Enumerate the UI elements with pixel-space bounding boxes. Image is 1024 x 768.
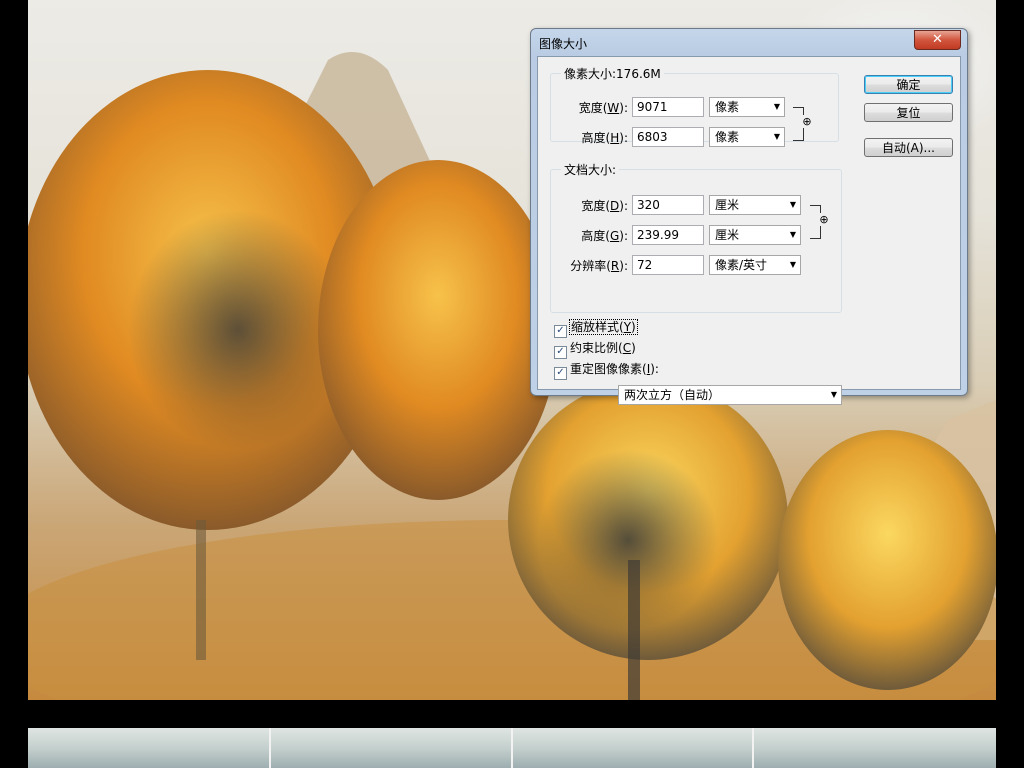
scale-styles-checkbox[interactable]: ✓ — [554, 325, 567, 338]
pixel-height-input[interactable]: 6803 — [632, 127, 704, 147]
resample-method-select[interactable]: 两次立方（自动） ▼ — [618, 385, 842, 405]
pixel-dimensions-legend: 像素大小:176.6M — [564, 67, 661, 81]
pixel-height-label: 高度(H): — [581, 131, 628, 145]
thumbnail-divider — [752, 728, 754, 768]
thumbnail-strip — [28, 728, 996, 768]
link-chain-icon: ⊕ — [817, 213, 831, 226]
doc-width-input[interactable]: 320 — [632, 195, 704, 215]
doc-height-unit-select[interactable]: 厘米 ▼ — [709, 225, 801, 245]
doc-height-label: 高度(G): — [581, 229, 628, 243]
chevron-down-icon: ▼ — [789, 200, 796, 209]
resample-image-label: 重定图像像素(I): — [570, 362, 659, 376]
pixel-width-unit-select[interactable]: 像素 ▼ — [709, 97, 785, 117]
constrain-proportions-checkbox[interactable]: ✓ — [554, 346, 567, 359]
link-chain-icon: ⊕ — [800, 115, 814, 128]
chevron-down-icon: ▼ — [789, 260, 796, 269]
scale-styles-checkbox-row[interactable]: ✓ 缩放样式(Y) — [554, 319, 638, 338]
doc-height-input[interactable]: 239.99 — [632, 225, 704, 245]
pixel-height-unit-select[interactable]: 像素 ▼ — [709, 127, 785, 147]
image-size-dialog: 图像大小 ✕ 像素大小:176.6M 宽度(W): 9071 像素 ▼ 高度(H… — [530, 28, 968, 405]
dialog-title: 图像大小 — [539, 37, 588, 51]
reset-button[interactable]: 复位 — [864, 103, 953, 122]
thumbnail-divider — [269, 728, 271, 768]
chevron-down-icon: ▼ — [773, 102, 780, 111]
thumbnail-divider — [511, 728, 513, 768]
resolution-unit-value: 像素/英寸 — [715, 258, 768, 272]
pixel-width-label: 宽度(W): — [578, 101, 628, 115]
pixel-width-unit-value: 像素 — [715, 100, 740, 114]
close-icon: ✕ — [932, 32, 943, 47]
constrain-proportions-checkbox-row[interactable]: ✓ 约束比例(C) — [554, 340, 636, 359]
doc-width-unit-select[interactable]: 厘米 ▼ — [709, 195, 801, 215]
doc-height-unit-value: 厘米 — [715, 228, 740, 242]
close-button[interactable]: ✕ — [914, 30, 961, 50]
auto-button[interactable]: 自动(A)... — [864, 138, 953, 157]
resample-image-checkbox-row[interactable]: ✓ 重定图像像素(I): — [554, 361, 659, 380]
resolution-label: 分辨率(R): — [570, 259, 628, 273]
dialog-client-area: 像素大小:176.6M 宽度(W): 9071 像素 ▼ 高度(H): 6803… — [537, 56, 961, 405]
doc-width-label: 宽度(D): — [581, 199, 628, 213]
resolution-unit-select[interactable]: 像素/英寸 ▼ — [709, 255, 801, 275]
doc-width-unit-value: 厘米 — [715, 198, 740, 212]
scale-styles-label: 缩放样式(Y) — [569, 319, 638, 335]
chevron-down-icon: ▼ — [830, 390, 837, 399]
ok-button[interactable]: 确定 — [864, 75, 953, 94]
chevron-down-icon: ▼ — [773, 132, 780, 141]
document-size-legend: 文档大小: — [564, 163, 617, 177]
resolution-input[interactable]: 72 — [632, 255, 704, 275]
resample-method-value: 两次立方（自动） — [624, 388, 721, 402]
pixel-width-input[interactable]: 9071 — [632, 97, 704, 117]
pixel-height-unit-value: 像素 — [715, 130, 740, 144]
resample-image-checkbox[interactable]: ✓ — [554, 367, 567, 380]
constrain-proportions-label: 约束比例(C) — [570, 341, 636, 355]
chevron-down-icon: ▼ — [789, 230, 796, 239]
